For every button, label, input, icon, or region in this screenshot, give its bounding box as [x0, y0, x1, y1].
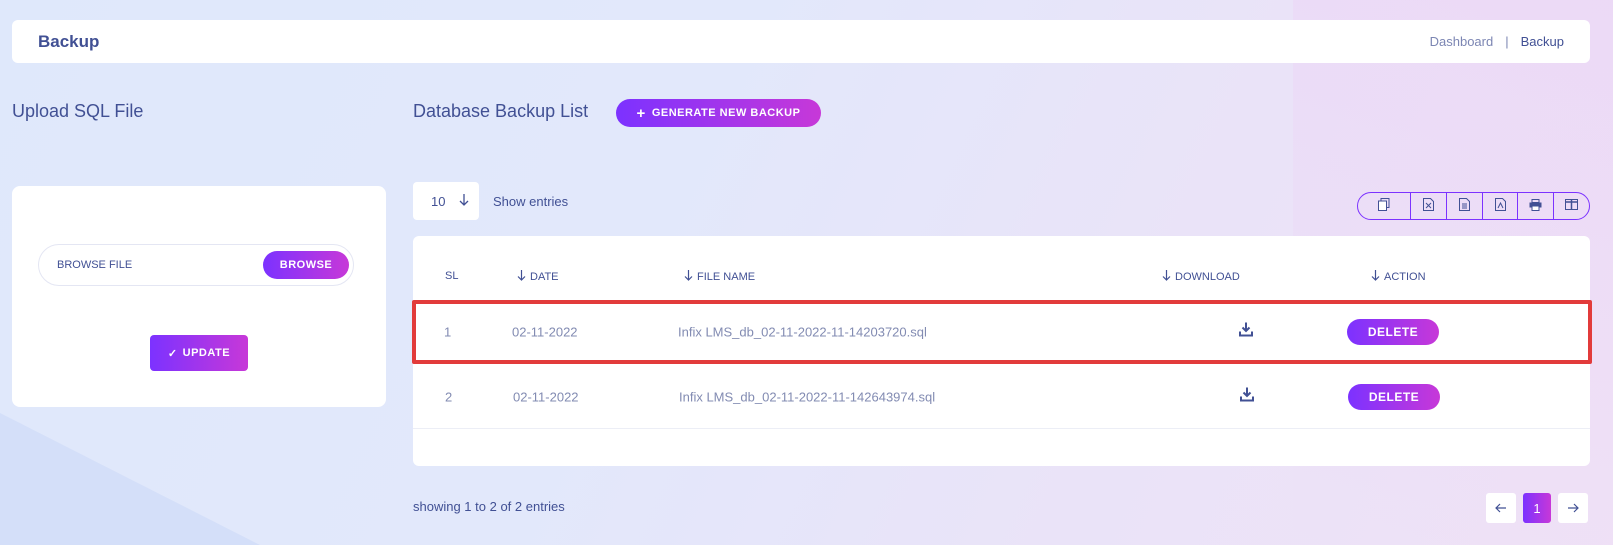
backup-list-title: Database Backup List [413, 101, 589, 121]
table-row: 1 02-11-2022 Infix LMS_db_02-11-2022-11-… [412, 300, 1592, 364]
row-sl: 2 [445, 389, 453, 404]
row-file-name: Infix LMS_db_02-11-2022-11-14203720.sql [678, 324, 927, 340]
breadcrumb-dashboard[interactable]: Dashboard [1430, 34, 1494, 49]
update-label: UPDATE [182, 347, 231, 359]
sort-arrow-icon [1371, 270, 1380, 284]
delete-button[interactable]: DELETE [1347, 319, 1439, 345]
excel-icon [1423, 198, 1435, 214]
breadcrumb-backup[interactable]: Backup [1521, 34, 1564, 49]
export-button-group [1357, 192, 1590, 220]
download-icon[interactable] [1239, 322, 1253, 342]
generate-backup-label: GENERATE NEW BACKUP [651, 107, 801, 119]
column-label-sl: SL [445, 270, 459, 282]
arrow-right-icon [1567, 501, 1579, 516]
print-icon [1529, 198, 1542, 214]
copy-icon [1378, 198, 1390, 214]
check-icon: ✓ [167, 347, 178, 360]
sort-arrow-icon [1162, 270, 1171, 284]
csv-icon [1458, 198, 1470, 214]
row-date: 02-11-2022 [512, 324, 578, 340]
upload-title: Upload SQL File [12, 101, 144, 121]
table-row: 2 02-11-2022 Infix LMS_db_02-11-2022-11-… [413, 365, 1590, 429]
column-header-sl[interactable]: SL [445, 270, 458, 282]
backup-table: SL DATE FILE NAME DOWNLOAD ACTION 1 02-1… [412, 236, 1592, 466]
breadcrumb: Dashboard | Backup [1430, 34, 1564, 49]
delete-button[interactable]: DELETE [1348, 383, 1440, 410]
prev-page-button[interactable] [1486, 493, 1516, 523]
columns-button[interactable] [1553, 193, 1589, 219]
column-header-action[interactable]: ACTION [1371, 270, 1426, 284]
csv-button[interactable] [1445, 193, 1482, 219]
pdf-icon [1494, 198, 1506, 214]
page-header: Backup Dashboard | Backup [12, 20, 1590, 63]
file-browse-field[interactable]: BROWSE FILE BROWSE [38, 244, 354, 286]
column-label-file-name: FILE NAME [697, 271, 756, 283]
breadcrumb-separator: | [1505, 34, 1509, 49]
column-label-download: DOWNLOAD [1175, 271, 1240, 283]
columns-icon [1565, 199, 1579, 213]
copy-button[interactable] [1358, 193, 1410, 219]
page-button-current[interactable]: 1 [1523, 493, 1551, 523]
next-page-button[interactable] [1558, 493, 1588, 523]
column-label-action: ACTION [1384, 271, 1426, 283]
pdf-button[interactable] [1481, 193, 1518, 219]
sort-arrow-icon [517, 270, 526, 284]
excel-button[interactable] [1410, 193, 1446, 219]
print-button[interactable] [1517, 193, 1553, 219]
column-header-date[interactable]: DATE [517, 270, 559, 284]
download-icon[interactable] [1240, 387, 1254, 406]
generate-backup-button[interactable]: + GENERATE NEW BACKUP [616, 99, 821, 127]
plus-icon: + [636, 104, 646, 122]
file-placeholder: BROWSE FILE [57, 259, 133, 271]
showing-entries-info: showing 1 to 2 of 2 entries [413, 499, 565, 514]
column-header-file-name[interactable]: FILE NAME [684, 270, 755, 284]
page-size-select[interactable]: 10 [413, 182, 479, 220]
column-header-download[interactable]: DOWNLOAD [1162, 270, 1240, 284]
arrow-down-icon [459, 193, 469, 209]
page-title: Backup [38, 31, 100, 51]
browse-button[interactable]: BROWSE [263, 251, 349, 279]
show-entries-label: Show entries [493, 194, 569, 209]
row-date: 02-11-2022 [513, 389, 579, 404]
sort-arrow-icon [684, 270, 693, 284]
page-size-value: 10 [431, 193, 446, 209]
upload-card: BROWSE FILE BROWSE ✓ UPDATE [12, 186, 386, 407]
pagination: 1 [1486, 493, 1588, 523]
column-label-date: DATE [530, 271, 559, 283]
row-sl: 1 [444, 324, 452, 340]
row-file-name: Infix LMS_db_02-11-2022-11-142643974.sql [679, 389, 936, 404]
update-button[interactable]: ✓ UPDATE [150, 335, 248, 371]
arrow-left-icon [1495, 501, 1507, 516]
